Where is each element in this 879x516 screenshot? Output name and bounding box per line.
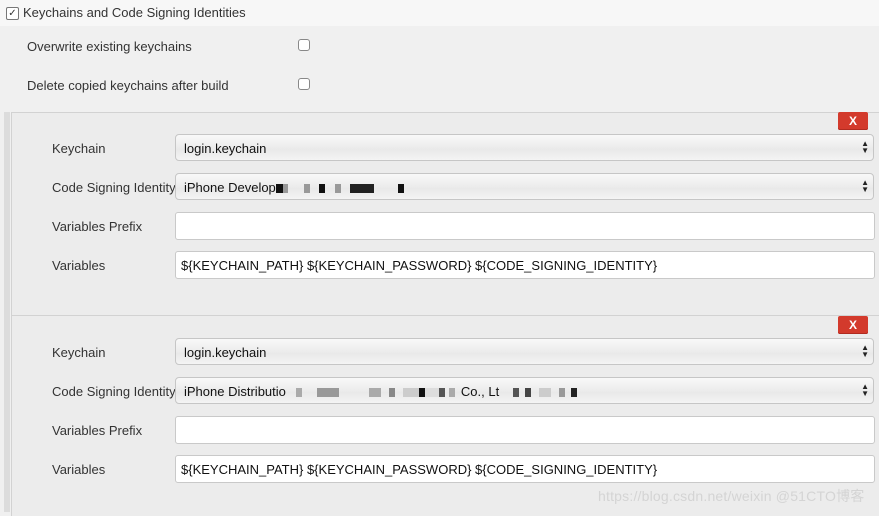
variables-input[interactable]: ${KEYCHAIN_PATH} ${KEYCHAIN_PASSWORD} ${… (175, 251, 875, 279)
delete-keychains-label: Delete copied keychains after build (27, 78, 229, 93)
delete-keychains-checkbox[interactable] (298, 78, 310, 90)
block-indent-bar (4, 112, 10, 512)
identity-select[interactable]: iPhone Distributio Co., Lt ▲ ▼ (175, 377, 874, 404)
keychain-value: login.keychain (184, 345, 267, 360)
prefix-label: Variables Prefix (52, 423, 143, 438)
variables-input[interactable]: ${KEYCHAIN_PATH} ${KEYCHAIN_PASSWORD} ${… (175, 455, 875, 483)
select-arrows-icon: ▲ ▼ (861, 139, 869, 155)
redacted-text (499, 384, 578, 399)
section-title: Keychains and Code Signing Identities (23, 5, 246, 20)
delete-entry-button[interactable]: X (838, 316, 868, 334)
overwrite-keychains-checkbox[interactable] (298, 39, 310, 51)
identity-label: Code Signing Identity (52, 180, 176, 195)
variables-label: Variables (52, 258, 106, 273)
select-arrows-icon: ▲ ▼ (861, 178, 869, 194)
delete-entry-button[interactable]: X (838, 112, 868, 130)
variables-label: Variables (52, 462, 106, 477)
section-header: ✓ Keychains and Code Signing Identities (0, 0, 879, 26)
keychain-label: Keychain (52, 345, 106, 360)
keychain-select[interactable]: login.keychain ▲ ▼ (175, 338, 874, 365)
prefix-label: Variables Prefix (52, 219, 143, 234)
section-enable-checkbox[interactable]: ✓ (6, 7, 19, 20)
watermark: https://blog.csdn.net/weixin @51CTO博客 (598, 488, 865, 504)
identity-label: Code Signing Identity (52, 384, 176, 399)
redacted-text (275, 180, 404, 195)
identity-value: iPhone Distributio Co., Lt (184, 384, 578, 399)
select-arrows-icon: ▲ ▼ (861, 343, 869, 359)
redacted-text (286, 384, 461, 399)
select-arrows-icon: ▲ ▼ (861, 382, 869, 398)
keychain-label: Keychain (52, 141, 106, 156)
keychain-select[interactable]: login.keychain ▲ ▼ (175, 134, 874, 161)
variables-prefix-input[interactable] (175, 416, 875, 444)
overwrite-keychains-label: Overwrite existing keychains (27, 39, 192, 54)
variables-prefix-input[interactable] (175, 212, 875, 240)
keychain-entry: X Keychain login.keychain ▲ ▼ Code Signin… (11, 112, 879, 315)
keychain-value: login.keychain (184, 141, 267, 156)
identity-select[interactable]: iPhone Develop ▲ ▼ (175, 173, 874, 200)
identity-value: iPhone Develop (184, 180, 404, 195)
